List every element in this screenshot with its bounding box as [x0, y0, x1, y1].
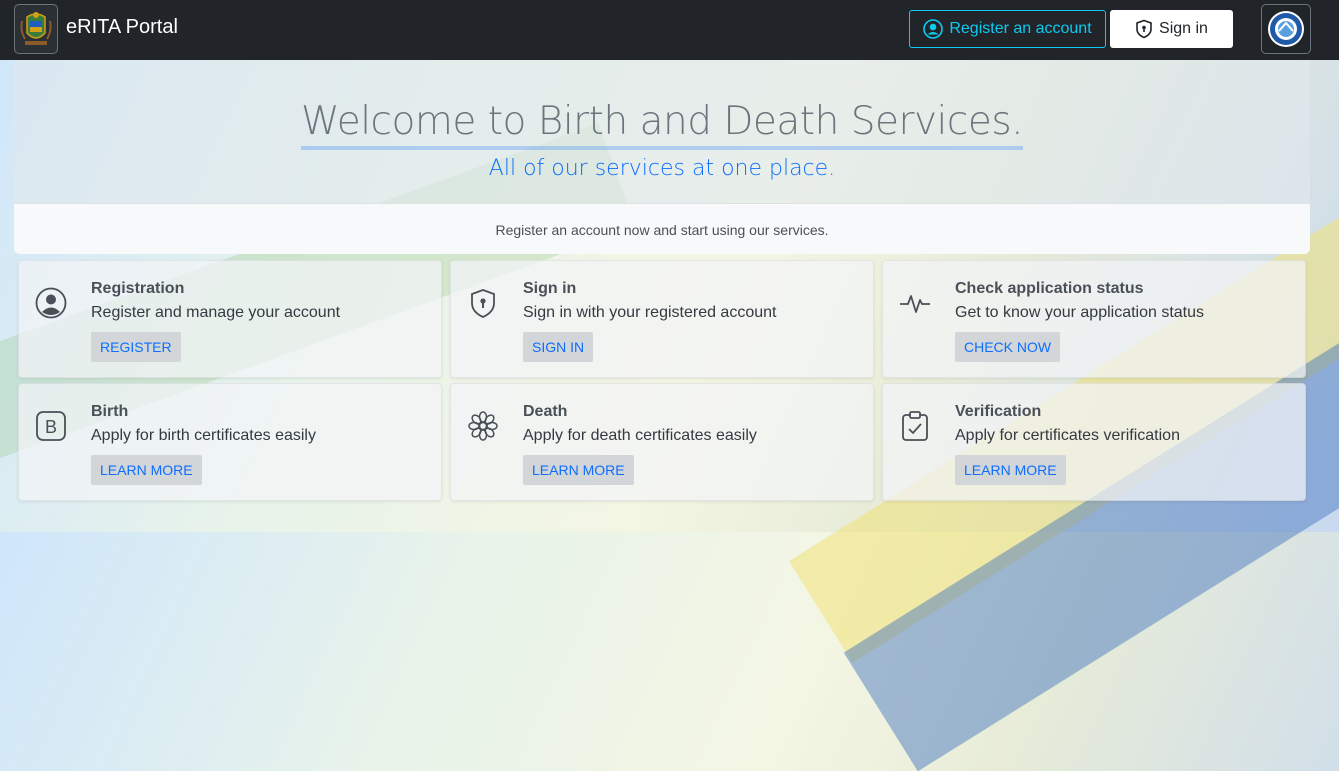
sign-in-button[interactable]: Sign in	[1110, 10, 1233, 48]
service-card-death: Death Apply for death certificates easil…	[450, 383, 874, 501]
clipboard-check-icon	[902, 411, 928, 441]
card-description: Get to know your application status	[955, 304, 1205, 321]
death-learn-more-button[interactable]: LEARN MORE	[523, 455, 634, 485]
hero-footer-text: Register an account now and start using …	[14, 203, 1310, 254]
activity-icon	[900, 295, 930, 313]
hero-title: Welcome to Birth and Death Services.	[300, 98, 1024, 150]
shield-lock-icon	[471, 289, 495, 318]
navbar: eRITA Portal Register an account Sign in	[0, 0, 1339, 60]
service-card-registration: Registration Register and manage your ac…	[18, 260, 442, 378]
hero-subtitle: All of our services at one place.	[488, 156, 836, 181]
coat-of-arms-logo[interactable]	[14, 4, 58, 54]
card-title: Sign in	[523, 280, 577, 297]
card-description: Apply for birth certificates easily	[91, 427, 316, 444]
hero-header: Welcome to Birth and Death Services. All…	[14, 60, 1310, 203]
register-button[interactable]: REGISTER	[91, 332, 181, 362]
card-description: Apply for death certificates easily	[523, 427, 757, 444]
brand-title[interactable]: eRITA Portal	[66, 16, 178, 39]
hero-banner: Welcome to Birth and Death Services. All…	[14, 60, 1310, 254]
flower-icon	[468, 411, 498, 441]
sign-in-card-button[interactable]: SIGN IN	[523, 332, 594, 362]
birth-learn-more-button[interactable]: LEARN MORE	[91, 455, 202, 485]
card-description: Register and manage your account	[91, 304, 341, 321]
service-card-sign-in: Sign in Sign in with your registered acc…	[450, 260, 874, 378]
person-circle-icon	[923, 19, 944, 39]
register-account-label: Register an account	[949, 20, 1092, 37]
card-title: Check application status	[955, 280, 1144, 297]
card-description: Apply for certificates verification	[955, 427, 1180, 444]
service-card-status: Check application status Get to know you…	[882, 260, 1306, 378]
shield-lock-icon	[1136, 19, 1152, 39]
card-title: Verification	[955, 403, 1042, 420]
register-account-button[interactable]: Register an account	[909, 10, 1106, 48]
card-title: Birth	[91, 403, 129, 420]
svg-text:B: B	[45, 417, 57, 437]
person-circle-icon	[35, 287, 67, 319]
service-card-verification: Verification Apply for certificates veri…	[882, 383, 1306, 501]
letter-b-icon: B	[36, 411, 66, 441]
card-description: Sign in with your registered account	[523, 304, 777, 321]
service-card-birth: B Birth Apply for birth certificates eas…	[18, 383, 442, 501]
card-title: Death	[523, 403, 568, 420]
check-now-button[interactable]: CHECK NOW	[955, 332, 1061, 362]
card-title: Registration	[91, 280, 185, 297]
sign-in-label: Sign in	[1159, 20, 1208, 37]
rita-logo[interactable]	[1261, 4, 1311, 54]
verification-learn-more-button[interactable]: LEARN MORE	[955, 455, 1066, 485]
